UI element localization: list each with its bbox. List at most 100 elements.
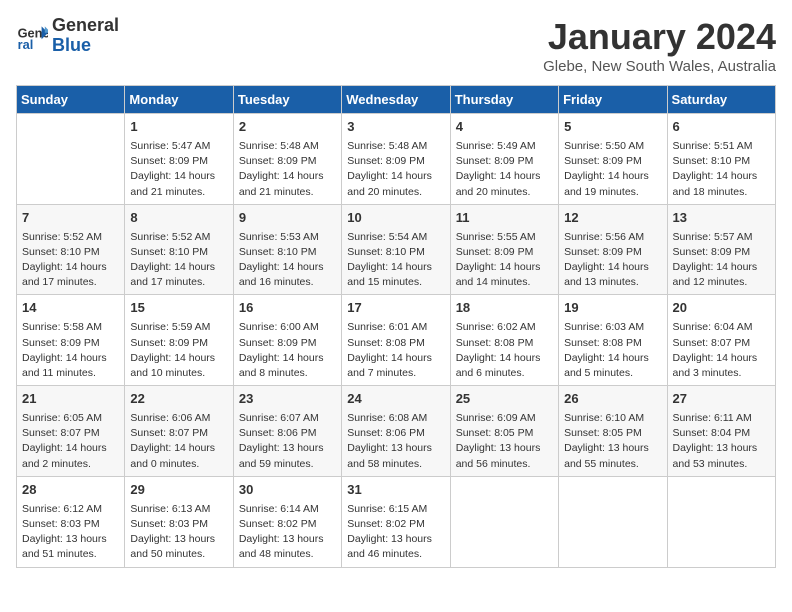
day-info: Daylight: 13 hours: [130, 532, 227, 547]
day-info: and 15 minutes.: [347, 275, 444, 290]
day-info: Daylight: 13 hours: [239, 441, 336, 456]
svg-text:ral: ral: [18, 37, 34, 52]
day-number: 6: [673, 118, 770, 137]
day-info: Sunrise: 5:52 AM: [22, 230, 119, 245]
day-info: Daylight: 14 hours: [130, 169, 227, 184]
day-number: 29: [130, 481, 227, 500]
calendar-cell: 19Sunrise: 6:03 AMSunset: 8:08 PMDayligh…: [559, 295, 667, 386]
day-number: 5: [564, 118, 661, 137]
calendar-week-3: 14Sunrise: 5:58 AMSunset: 8:09 PMDayligh…: [17, 295, 776, 386]
logo-line1: General: [52, 16, 119, 36]
day-info: Daylight: 14 hours: [130, 260, 227, 275]
calendar-cell: 3Sunrise: 5:48 AMSunset: 8:09 PMDaylight…: [342, 114, 450, 205]
day-info: Sunrise: 5:57 AM: [673, 230, 770, 245]
day-info: Daylight: 14 hours: [130, 441, 227, 456]
day-info: Sunrise: 5:52 AM: [130, 230, 227, 245]
day-info: and 0 minutes.: [130, 457, 227, 472]
day-info: Daylight: 14 hours: [22, 351, 119, 366]
day-info: Sunset: 8:08 PM: [456, 336, 553, 351]
day-info: Daylight: 14 hours: [347, 260, 444, 275]
calendar-cell: 4Sunrise: 5:49 AMSunset: 8:09 PMDaylight…: [450, 114, 558, 205]
day-info: and 58 minutes.: [347, 457, 444, 472]
day-info: Sunrise: 6:15 AM: [347, 502, 444, 517]
day-info: Sunset: 8:05 PM: [456, 426, 553, 441]
day-info: Sunrise: 6:09 AM: [456, 411, 553, 426]
day-number: 8: [130, 209, 227, 228]
day-info: Daylight: 14 hours: [239, 351, 336, 366]
day-info: Sunset: 8:10 PM: [673, 154, 770, 169]
day-number: 22: [130, 390, 227, 409]
day-info: Daylight: 13 hours: [22, 532, 119, 547]
day-info: Daylight: 14 hours: [130, 351, 227, 366]
logo-line2: Blue: [52, 36, 119, 56]
day-number: 9: [239, 209, 336, 228]
calendar-cell: 15Sunrise: 5:59 AMSunset: 8:09 PMDayligh…: [125, 295, 233, 386]
day-info: Sunset: 8:09 PM: [22, 336, 119, 351]
day-info: Sunrise: 5:48 AM: [347, 139, 444, 154]
header-friday: Friday: [559, 86, 667, 114]
day-info: Sunrise: 6:03 AM: [564, 320, 661, 335]
day-info: Sunset: 8:07 PM: [673, 336, 770, 351]
day-info: Sunrise: 5:48 AM: [239, 139, 336, 154]
day-number: 15: [130, 299, 227, 318]
day-info: Sunset: 8:06 PM: [347, 426, 444, 441]
day-info: Sunrise: 6:08 AM: [347, 411, 444, 426]
day-number: 28: [22, 481, 119, 500]
day-info: and 17 minutes.: [130, 275, 227, 290]
day-info: Daylight: 13 hours: [456, 441, 553, 456]
day-number: 1: [130, 118, 227, 137]
day-info: Daylight: 14 hours: [239, 169, 336, 184]
header-saturday: Saturday: [667, 86, 775, 114]
day-info: Sunset: 8:08 PM: [347, 336, 444, 351]
day-number: 21: [22, 390, 119, 409]
day-info: Sunrise: 5:53 AM: [239, 230, 336, 245]
day-info: and 51 minutes.: [22, 547, 119, 562]
day-info: and 11 minutes.: [22, 366, 119, 381]
day-info: and 21 minutes.: [130, 185, 227, 200]
day-number: 2: [239, 118, 336, 137]
day-number: 4: [456, 118, 553, 137]
calendar-cell: 6Sunrise: 5:51 AMSunset: 8:10 PMDaylight…: [667, 114, 775, 205]
day-info: and 5 minutes.: [564, 366, 661, 381]
day-info: Sunset: 8:03 PM: [130, 517, 227, 532]
header-tuesday: Tuesday: [233, 86, 341, 114]
day-info: and 14 minutes.: [456, 275, 553, 290]
calendar-cell: 12Sunrise: 5:56 AMSunset: 8:09 PMDayligh…: [559, 204, 667, 295]
title-block: January 2024 Glebe, New South Wales, Aus…: [543, 16, 776, 75]
day-info: and 19 minutes.: [564, 185, 661, 200]
day-number: 20: [673, 299, 770, 318]
calendar-week-2: 7Sunrise: 5:52 AMSunset: 8:10 PMDaylight…: [17, 204, 776, 295]
header-monday: Monday: [125, 86, 233, 114]
calendar-cell: 29 Sunrise: 6:13 AMSunset: 8:03 PMDayligh…: [125, 476, 233, 567]
calendar-header: Sunday Monday Tuesday Wednesday Thursday…: [17, 86, 776, 114]
day-info: and 8 minutes.: [239, 366, 336, 381]
day-info: Daylight: 13 hours: [347, 441, 444, 456]
day-info: Sunrise: 5:55 AM: [456, 230, 553, 245]
day-info: and 10 minutes.: [130, 366, 227, 381]
day-info: Daylight: 14 hours: [456, 260, 553, 275]
day-info: Daylight: 14 hours: [564, 260, 661, 275]
day-info: Sunrise: 6:07 AM: [239, 411, 336, 426]
day-info: Sunrise: 6:04 AM: [673, 320, 770, 335]
calendar-week-1: 1Sunrise: 5:47 AMSunset: 8:09 PMDaylight…: [17, 114, 776, 205]
calendar-cell: 10Sunrise: 5:54 AMSunset: 8:10 PMDayligh…: [342, 204, 450, 295]
header-row: Sunday Monday Tuesday Wednesday Thursday…: [17, 86, 776, 114]
calendar-cell: 18Sunrise: 6:02 AMSunset: 8:08 PMDayligh…: [450, 295, 558, 386]
day-number: 10: [347, 209, 444, 228]
day-info: Sunrise: 6:13 AM: [130, 502, 227, 517]
day-number: 12: [564, 209, 661, 228]
day-info: Daylight: 14 hours: [22, 441, 119, 456]
calendar-cell: [559, 476, 667, 567]
day-number: 7: [22, 209, 119, 228]
calendar-week-4: 21Sunrise: 6:05 AMSunset: 8:07 PMDayligh…: [17, 386, 776, 477]
day-info: Sunset: 8:07 PM: [22, 426, 119, 441]
calendar-cell: 17Sunrise: 6:01 AMSunset: 8:08 PMDayligh…: [342, 295, 450, 386]
day-info: Sunset: 8:09 PM: [130, 336, 227, 351]
day-info: Sunset: 8:08 PM: [564, 336, 661, 351]
day-info: Sunset: 8:09 PM: [673, 245, 770, 260]
day-info: and 18 minutes.: [673, 185, 770, 200]
calendar-week-5: 28Sunrise: 6:12 AMSunset: 8:03 PMDayligh…: [17, 476, 776, 567]
day-info: Sunset: 8:09 PM: [564, 245, 661, 260]
day-info: Sunset: 8:09 PM: [239, 336, 336, 351]
day-number: 19: [564, 299, 661, 318]
